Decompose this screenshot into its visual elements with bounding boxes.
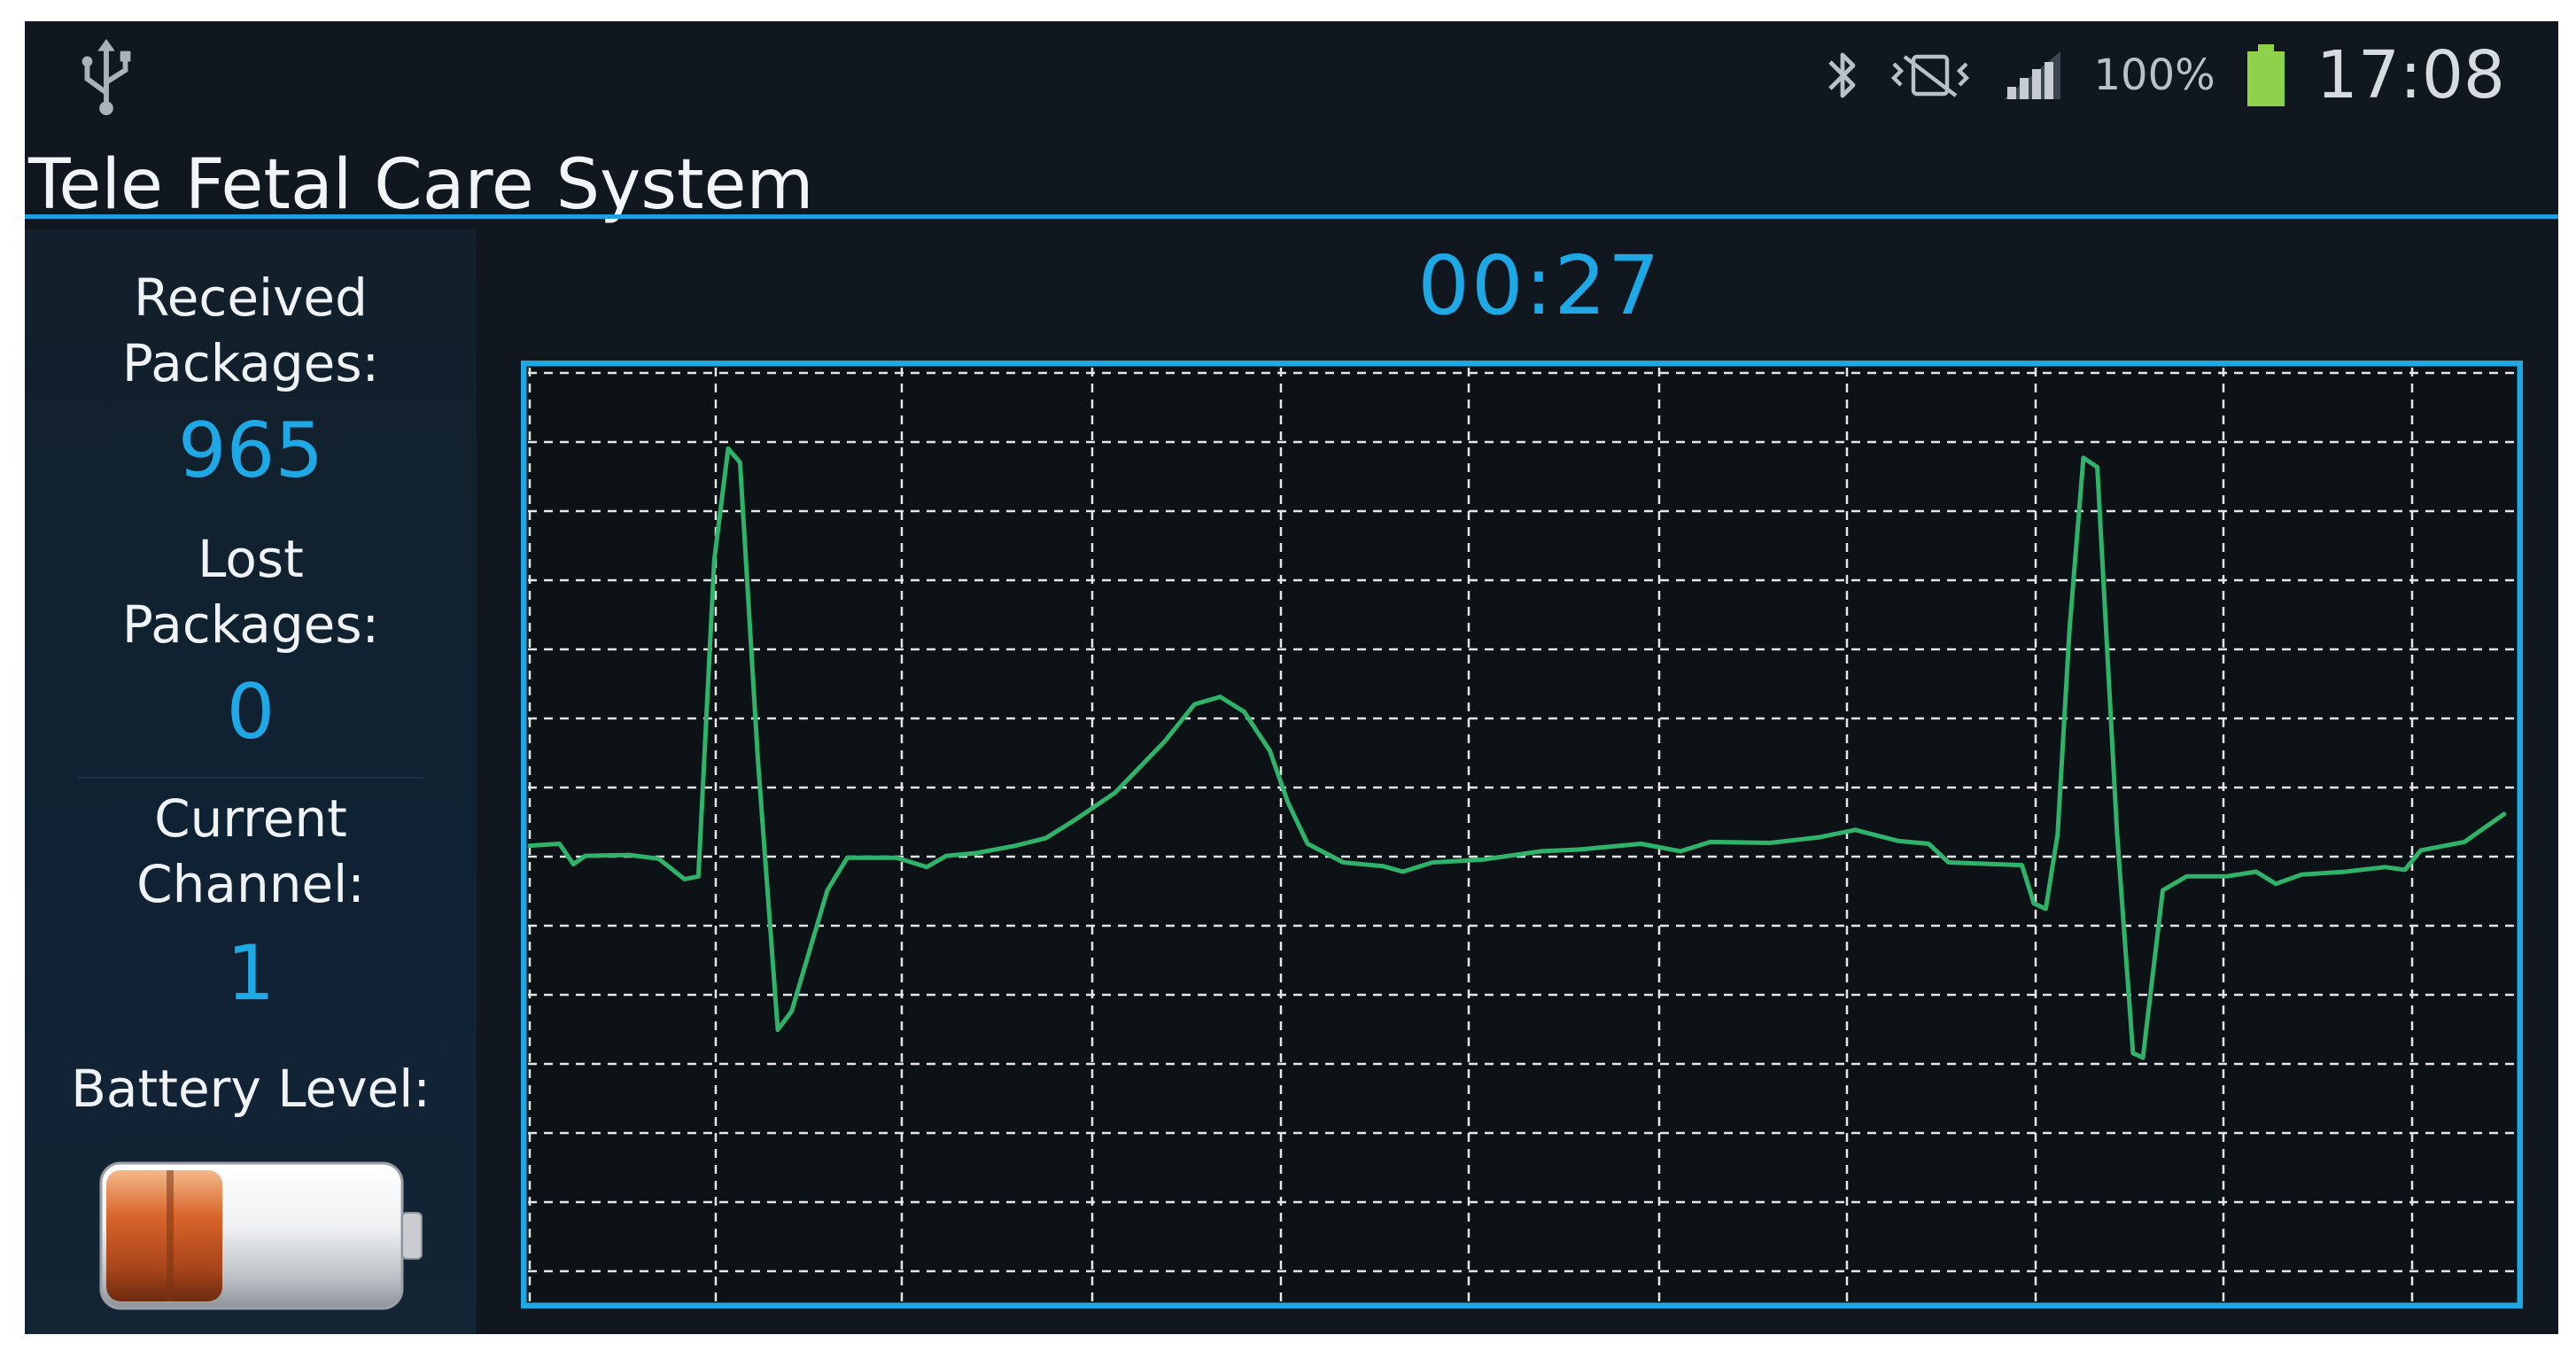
received-packages-value: 965 [177, 407, 324, 495]
chart-svg [521, 361, 2523, 1308]
vibrate-icon [1890, 54, 1969, 97]
chart-frame [521, 361, 2523, 1308]
stats-panel: Received Packages: 965 Lost Packages: 0 … [25, 229, 477, 1334]
panel-divider [78, 777, 423, 779]
battery-level-icon [99, 1161, 423, 1310]
app-title: Tele Fetal Care System [28, 145, 814, 225]
current-channel-label: Current Channel: [136, 788, 365, 914]
status-bar: 100% 17:08 [25, 21, 2558, 128]
battery-level-label: Battery Level: [71, 1059, 431, 1119]
battery-percent: 100% [2093, 50, 2215, 100]
bluetooth-icon [1827, 52, 1855, 98]
battery-fill [106, 1170, 222, 1301]
current-channel-value: 1 [226, 929, 275, 1018]
received-packages-label: Received Packages: [121, 268, 380, 393]
title-divider [25, 214, 2558, 219]
status-clock: 17:08 [2316, 37, 2505, 113]
usb-icon [81, 38, 131, 116]
battery-full-icon [2246, 44, 2285, 106]
elapsed-timer: 00:27 [1417, 238, 1662, 333]
device-screen: 100% 17:08 Tele Fetal Care System Receiv… [25, 21, 2558, 1334]
fetal-signal-chart [521, 361, 2523, 1308]
lost-packages-label: Lost Packages: [121, 529, 380, 655]
signal-icon [2003, 51, 2060, 99]
lost-packages-value: 0 [226, 668, 275, 757]
status-icons: 100% 17:08 [1825, 27, 2505, 124]
